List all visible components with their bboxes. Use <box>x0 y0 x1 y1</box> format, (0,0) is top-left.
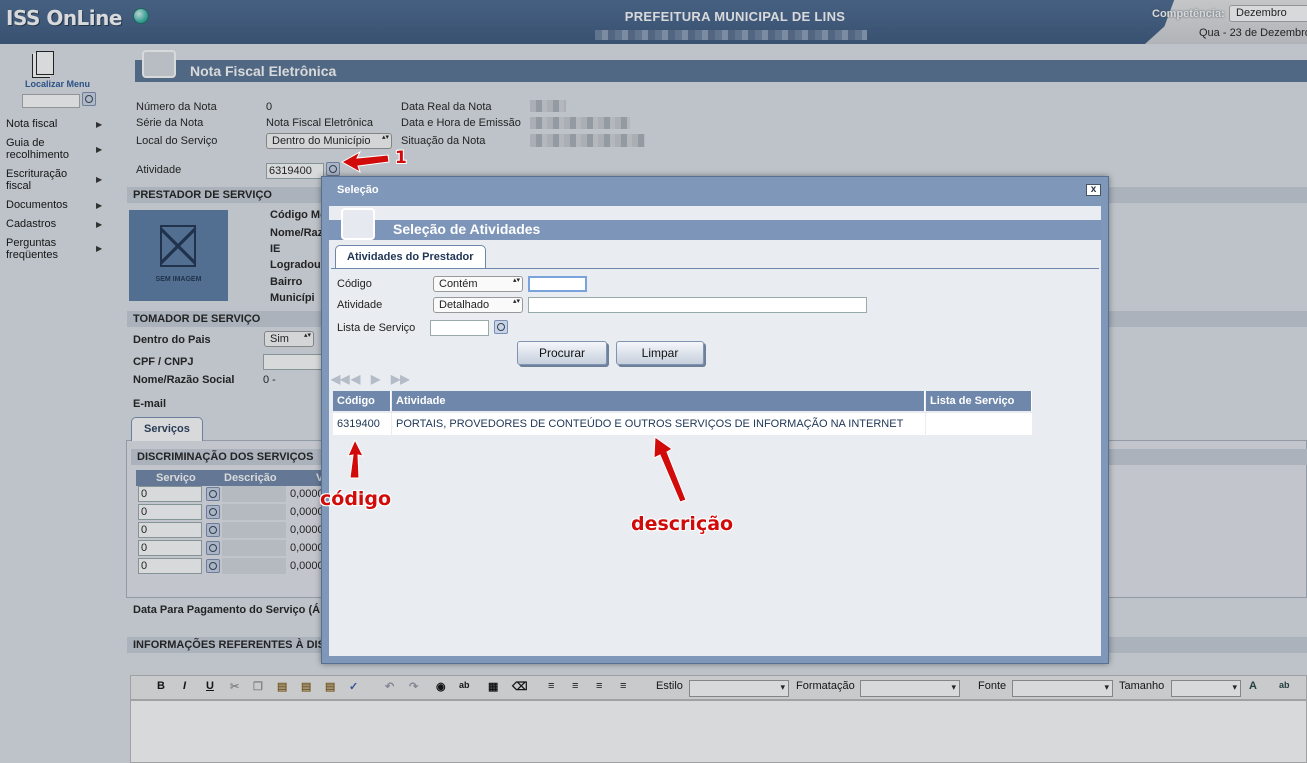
codigo-input[interactable] <box>528 276 587 292</box>
selecao-atividades-title: Seleção de Atividades <box>393 221 541 237</box>
atividade-search-label: Atividade <box>337 299 383 311</box>
dialog-title: Seleção <box>337 184 379 196</box>
codigo-label: Código <box>337 278 372 290</box>
result-lista-cell[interactable] <box>926 413 1032 435</box>
result-atividade-cell[interactable]: PORTAIS, PROVEDORES DE CONTEÚDO E OUTROS… <box>392 413 925 435</box>
search-icon[interactable] <box>494 320 508 334</box>
magnifier-document-icon <box>341 208 375 240</box>
annotation-codigo: código <box>320 488 392 510</box>
prev-page-icon[interactable]: ◀ <box>351 372 364 386</box>
annotation-step-1: 1 <box>395 148 407 168</box>
procurar-button[interactable]: Procurar <box>517 341 607 365</box>
codigo-mode-select[interactable]: Contém <box>433 276 523 292</box>
last-page-icon[interactable]: ▶▶ <box>391 372 409 386</box>
limpar-button[interactable]: Limpar <box>616 341 704 365</box>
tab-divider <box>331 268 1099 269</box>
atividade-mode-select[interactable]: Detalhado <box>433 297 523 313</box>
column-header: Código <box>333 391 391 411</box>
first-page-icon[interactable]: ◀◀ <box>331 372 349 386</box>
lista-servico-input[interactable] <box>430 320 489 336</box>
result-codigo-cell[interactable]: 6319400 <box>333 413 391 435</box>
close-icon[interactable]: x <box>1086 184 1101 196</box>
annotation-descricao: descrição <box>631 513 734 535</box>
lista-servico-label: Lista de Serviço <box>337 322 416 334</box>
atividade-search-input[interactable] <box>528 297 867 313</box>
next-page-icon[interactable]: ▶ <box>371 372 384 386</box>
column-header: Atividade <box>392 391 925 411</box>
tab-atividades-prestador[interactable]: Atividades do Prestador <box>335 245 486 269</box>
column-header: Lista de Serviço <box>926 391 1032 411</box>
